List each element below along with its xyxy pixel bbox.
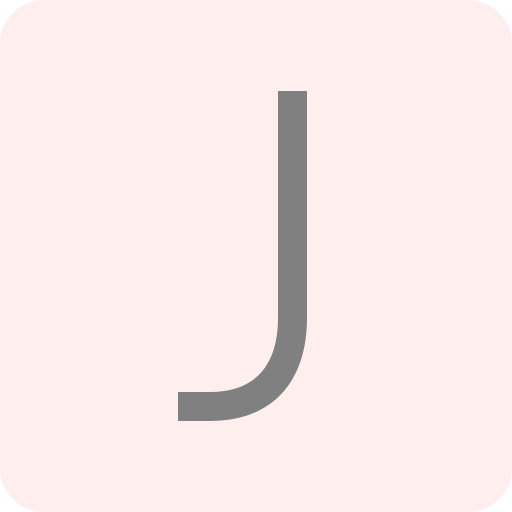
letter-glyph [178, 91, 307, 421]
letter-avatar-tile: J [0, 0, 512, 512]
